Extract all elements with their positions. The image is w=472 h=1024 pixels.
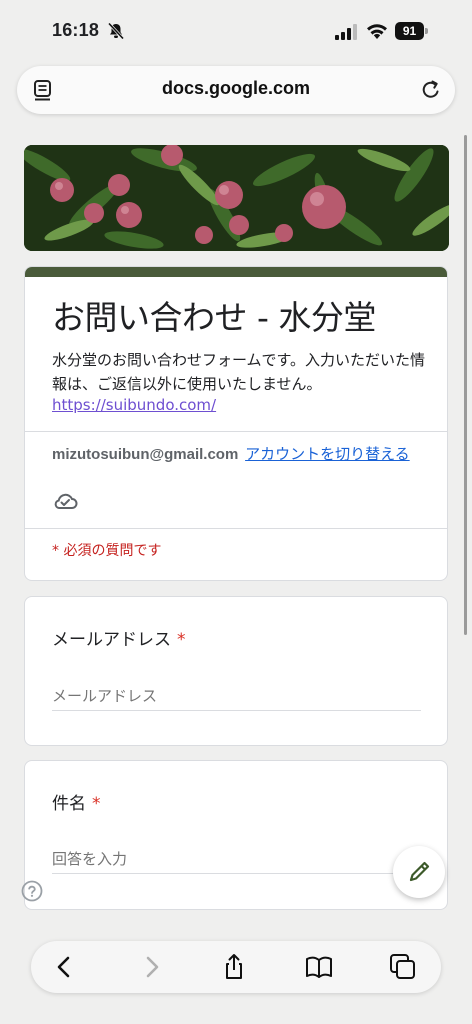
form-description: 水分堂のお問い合わせフォームです。入力いただいた情報は、ご返信以外に使用いたしま… <box>52 351 426 393</box>
battery-level: 91 <box>395 22 424 40</box>
required-star: * <box>92 794 101 814</box>
fruit-tree-illustration <box>24 145 449 251</box>
website-link[interactable]: https://suibundo.com/ <box>52 396 216 414</box>
divider <box>25 431 447 432</box>
edit-button[interactable] <box>393 846 445 898</box>
forward-icon[interactable] <box>137 953 165 981</box>
bookmarks-icon[interactable] <box>305 953 333 981</box>
accent-strip <box>25 267 447 277</box>
question-label: 件名 * <box>52 789 101 814</box>
help-icon[interactable] <box>21 880 43 902</box>
required-star: * <box>177 630 186 650</box>
share-icon[interactable] <box>220 953 248 981</box>
form-title: お問い合わせ - 水分堂 <box>52 298 376 337</box>
address-bar[interactable]: docs.google.com <box>17 66 455 114</box>
form-header-card: お問い合わせ - 水分堂 水分堂のお問い合わせフォームです。入力いただいた情報は… <box>24 266 448 581</box>
account-email: mizutosuibun@gmail.com <box>52 446 239 463</box>
cloud-check-icon <box>54 493 78 509</box>
question-label-text: メールアドレス <box>52 630 171 650</box>
question-label: メールアドレス * <box>52 625 186 650</box>
wifi-icon <box>367 24 387 39</box>
tabs-icon[interactable] <box>389 953 417 981</box>
url-text[interactable]: docs.google.com <box>17 78 455 99</box>
browser-toolbar <box>31 941 441 993</box>
subject-input[interactable] <box>52 845 421 874</box>
edit-pencil-icon <box>409 861 430 882</box>
email-input[interactable] <box>52 682 421 711</box>
status-bar: 16:18 91 <box>0 0 472 60</box>
question-label-text: 件名 <box>52 794 86 814</box>
form-header-image <box>24 145 449 251</box>
status-time: 16:18 <box>52 20 100 40</box>
bell-slash-icon <box>107 22 125 40</box>
battery-icon: 91 <box>395 22 429 40</box>
question-email: メールアドレス * <box>24 596 448 746</box>
page-scrollbar[interactable] <box>464 135 467 635</box>
account-row: mizutosuibun@gmail.com アカウントを切り替える <box>52 443 410 464</box>
reload-icon[interactable] <box>420 78 442 102</box>
divider <box>25 528 447 529</box>
required-note: * 必須の質問です <box>52 543 162 559</box>
question-subject: 件名 * <box>24 760 448 910</box>
signal-icon <box>335 24 357 40</box>
switch-account-link[interactable]: アカウントを切り替える <box>245 445 410 463</box>
back-icon[interactable] <box>51 953 79 981</box>
